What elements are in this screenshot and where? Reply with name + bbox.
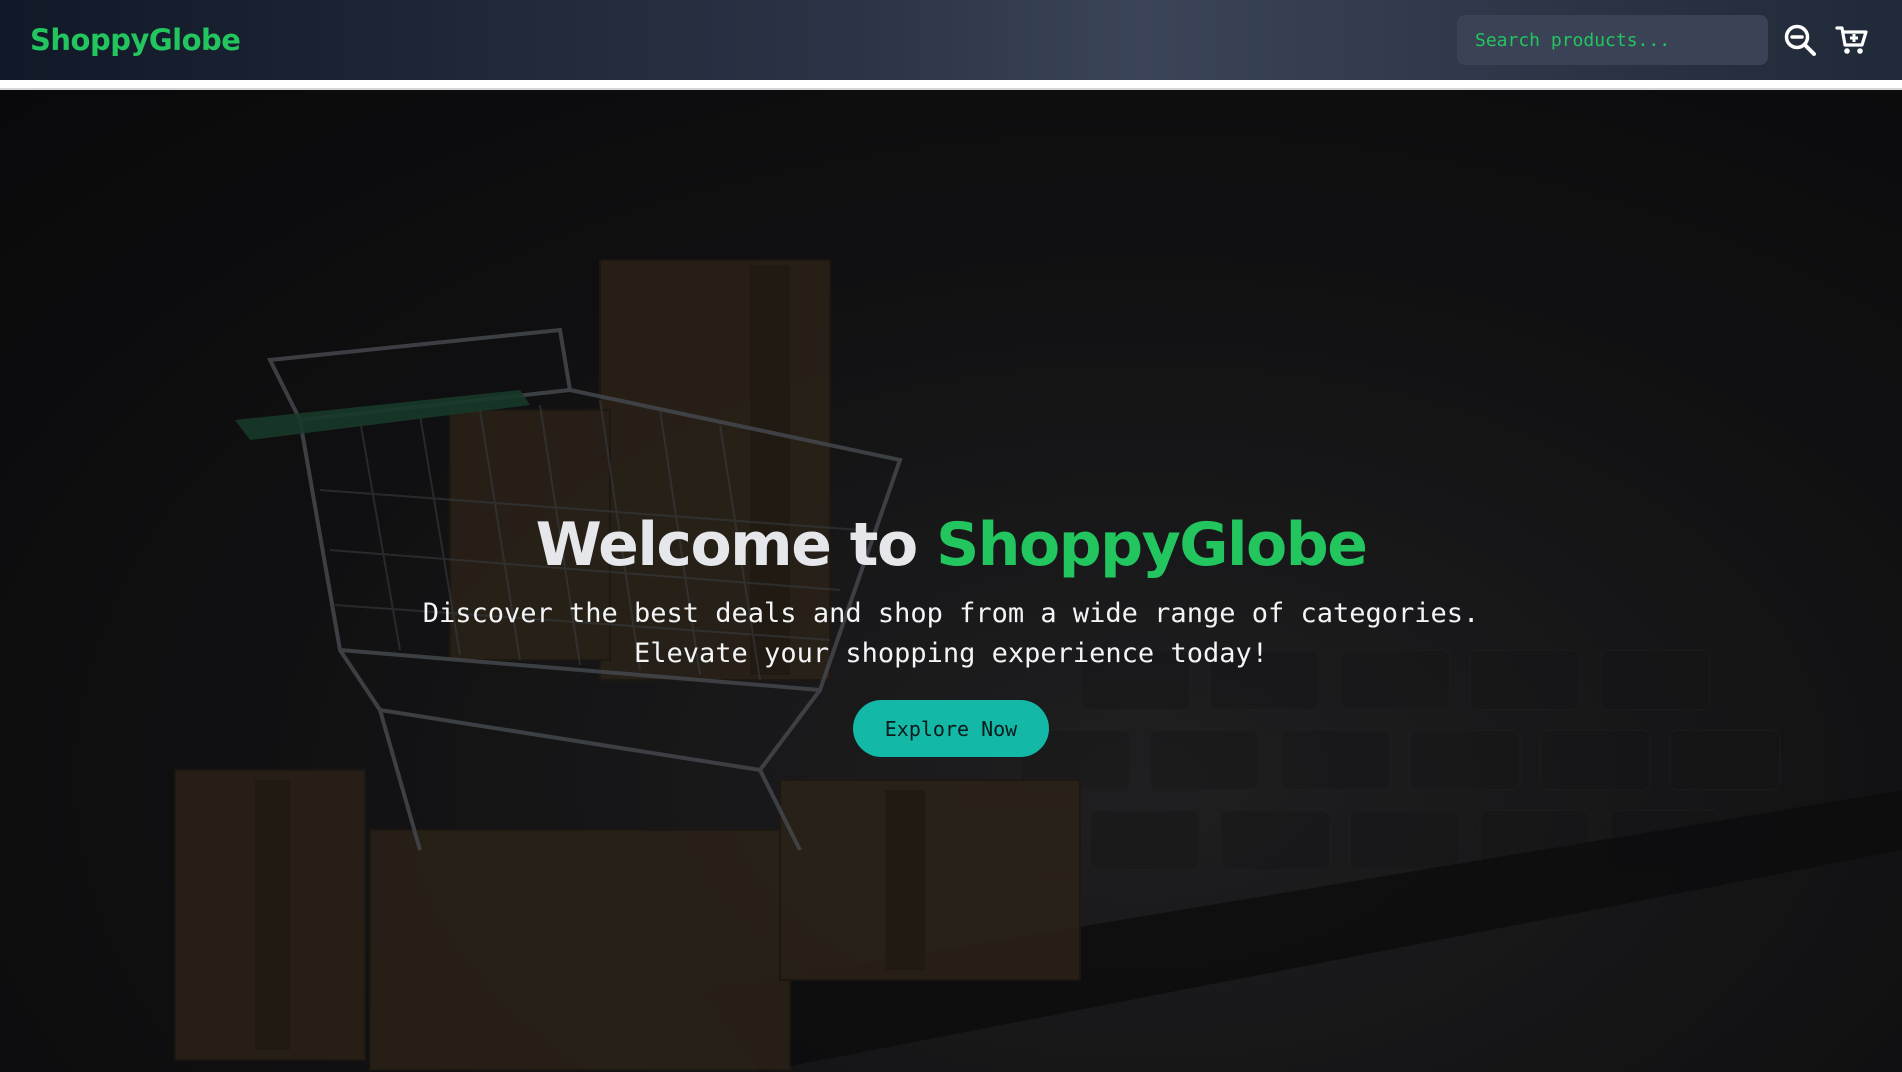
navbar: ShoppyGlobe — [0, 0, 1902, 80]
cart-icon — [1835, 26, 1868, 54]
search-input[interactable] — [1457, 15, 1768, 65]
search-button[interactable] — [1780, 20, 1820, 60]
hero-title: Welcome to ShoppyGlobe — [0, 510, 1902, 580]
hero-content: Welcome to ShoppyGlobe Discover the best… — [0, 510, 1902, 757]
explore-now-button[interactable]: Explore Now — [853, 700, 1049, 757]
hero-title-brand: ShoppyGlobe — [936, 510, 1368, 580]
hero-subtitle-line2: Elevate your shopping experience today! — [634, 638, 1268, 669]
nav-actions — [1457, 15, 1872, 65]
search-minus-icon — [1784, 24, 1816, 56]
hero-section: Welcome to ShoppyGlobe Discover the best… — [0, 90, 1902, 1072]
hero-subtitle: Discover the best deals and shop from a … — [0, 594, 1902, 674]
hero-title-prefix: Welcome to — [535, 510, 937, 580]
navbar-divider — [0, 80, 1902, 90]
site-logo[interactable]: ShoppyGlobe — [30, 23, 241, 57]
cart-button[interactable] — [1832, 20, 1872, 60]
hero-subtitle-line1: Discover the best deals and shop from a … — [422, 598, 1480, 629]
